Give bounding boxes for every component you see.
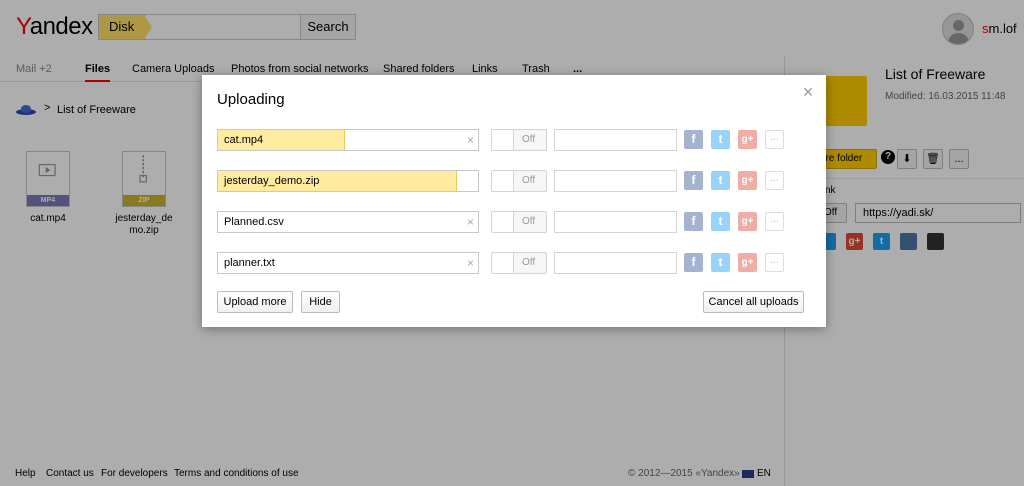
more-share-options-button[interactable]: ... [765, 253, 784, 272]
twitter-icon[interactable]: t [711, 171, 730, 190]
public-link-toggle[interactable]: Off [491, 211, 547, 233]
cancel-upload-icon[interactable]: × [467, 133, 474, 147]
upload-dialog: Uploading × cat.mp4 × Off f t g+... jesterday_… [202, 75, 826, 327]
toggle-label: Off [522, 175, 536, 186]
google-plus-icon[interactable]: g+ [738, 212, 757, 231]
cancel-upload-icon[interactable]: × [467, 256, 474, 270]
toggle-label: Off [522, 134, 536, 145]
twitter-icon[interactable]: t [711, 253, 730, 272]
facebook-icon[interactable]: f [684, 253, 703, 272]
twitter-icon[interactable]: t [711, 212, 730, 231]
more-share-options-button[interactable]: ... [765, 171, 784, 190]
google-plus-icon[interactable]: g+ [738, 253, 757, 272]
upload-more-button[interactable]: Upload more [217, 291, 293, 313]
toggle-knob [492, 171, 514, 191]
cancel-upload-icon[interactable]: × [467, 215, 474, 229]
facebook-icon[interactable]: f [684, 212, 703, 231]
file-name-field[interactable]: planner.txt × [217, 252, 479, 274]
upload-file-name: jesterday_demo.zip [224, 175, 320, 187]
twitter-icon[interactable]: t [711, 130, 730, 149]
facebook-icon[interactable]: f [684, 130, 703, 149]
upload-row: cat.mp4 × Off f t g+... [217, 129, 807, 151]
public-link-toggle[interactable]: Off [491, 129, 547, 151]
file-name-field[interactable]: Planned.csv × [217, 211, 479, 233]
facebook-icon[interactable]: f [684, 171, 703, 190]
close-icon[interactable]: × [800, 83, 816, 101]
upload-file-name: Planned.csv [224, 216, 284, 228]
more-share-options-button[interactable]: ... [765, 212, 784, 231]
toggle-knob [492, 130, 514, 150]
upload-row: planner.txt × Off f t g+... [217, 252, 807, 274]
toggle-label: Off [522, 216, 536, 227]
hide-button[interactable]: Hide [301, 291, 340, 313]
toggle-knob [492, 253, 514, 273]
public-link-toggle[interactable]: Off [491, 170, 547, 192]
public-link-toggle[interactable]: Off [491, 252, 547, 274]
cancel-all-uploads-button[interactable]: Cancel all uploads [703, 291, 804, 313]
file-name-field[interactable]: cat.mp4 × [217, 129, 479, 151]
more-share-options-button[interactable]: ... [765, 130, 784, 149]
upload-row: Planned.csv × Off f t g+... [217, 211, 807, 233]
toggle-label: Off [522, 257, 536, 268]
public-link-field[interactable] [554, 211, 677, 233]
toggle-knob [492, 212, 514, 232]
upload-file-name: cat.mp4 [224, 134, 264, 146]
google-plus-icon[interactable]: g+ [738, 171, 757, 190]
public-link-field[interactable] [554, 252, 677, 274]
dialog-title: Uploading [217, 91, 285, 108]
google-plus-icon[interactable]: g+ [738, 130, 757, 149]
public-link-field[interactable] [554, 170, 677, 192]
file-name-field[interactable]: jesterday_demo.zip [217, 170, 479, 192]
upload-file-name: planner.txt [224, 257, 275, 269]
upload-row: jesterday_demo.zip Off f t g+... [217, 170, 807, 192]
public-link-field[interactable] [554, 129, 677, 151]
